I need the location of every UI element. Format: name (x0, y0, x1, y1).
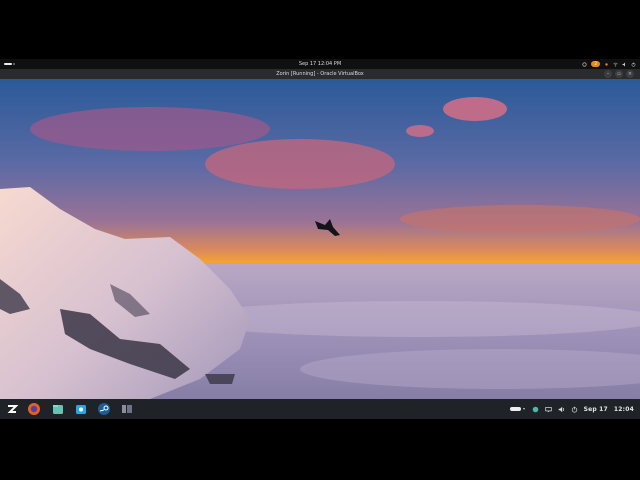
window-controls: – ▫ × (604, 70, 634, 78)
sun-icon[interactable] (604, 62, 609, 67)
volume-icon[interactable] (622, 62, 627, 67)
taskbar: Sep 17 12:04 (0, 399, 640, 419)
cloud (205, 139, 395, 189)
network-icon[interactable] (613, 62, 618, 67)
zorin-menu-icon[interactable] (5, 402, 19, 416)
files-icon[interactable] (51, 402, 65, 416)
maximize-button[interactable]: ▫ (615, 70, 623, 78)
wallpaper (0, 79, 640, 419)
chat-icon[interactable] (532, 406, 539, 413)
system-tray: Sep 17 12:04 (509, 399, 634, 419)
cloud (406, 125, 434, 137)
notification-badge[interactable]: 2 (591, 61, 600, 67)
taskbar-time[interactable]: 12:04 (614, 406, 634, 413)
cloud (30, 107, 270, 151)
close-button[interactable]: × (626, 70, 634, 78)
guest-desktop[interactable] (0, 79, 640, 419)
window-title-bar[interactable]: Zorin [Running] - Oracle VirtualBox – ▫ … (0, 69, 640, 79)
window-switcher-icon[interactable] (120, 402, 134, 416)
cloud (443, 97, 507, 121)
minimize-button[interactable]: – (604, 70, 612, 78)
power-icon[interactable] (631, 62, 636, 67)
steam-icon[interactable] (97, 402, 111, 416)
settings-icon[interactable] (582, 61, 588, 67)
display-icon[interactable] (544, 406, 552, 413)
software-store-icon[interactable] (74, 402, 88, 416)
volume-icon[interactable] (558, 406, 565, 413)
top-bar-clock[interactable]: Sep 17 12:04 PM (0, 61, 640, 67)
power-icon[interactable] (571, 406, 578, 413)
host-top-bar: Sep 17 12:04 PM 2 (0, 59, 640, 69)
cloud (400, 205, 640, 233)
keyboard-layout-icon[interactable] (509, 406, 526, 412)
top-bar-tray: 2 (582, 60, 636, 68)
taskbar-date[interactable]: Sep 17 (584, 406, 608, 413)
window-title: Zorin [Running] - Oracle VirtualBox (276, 71, 364, 77)
firefox-icon[interactable] (27, 402, 41, 416)
